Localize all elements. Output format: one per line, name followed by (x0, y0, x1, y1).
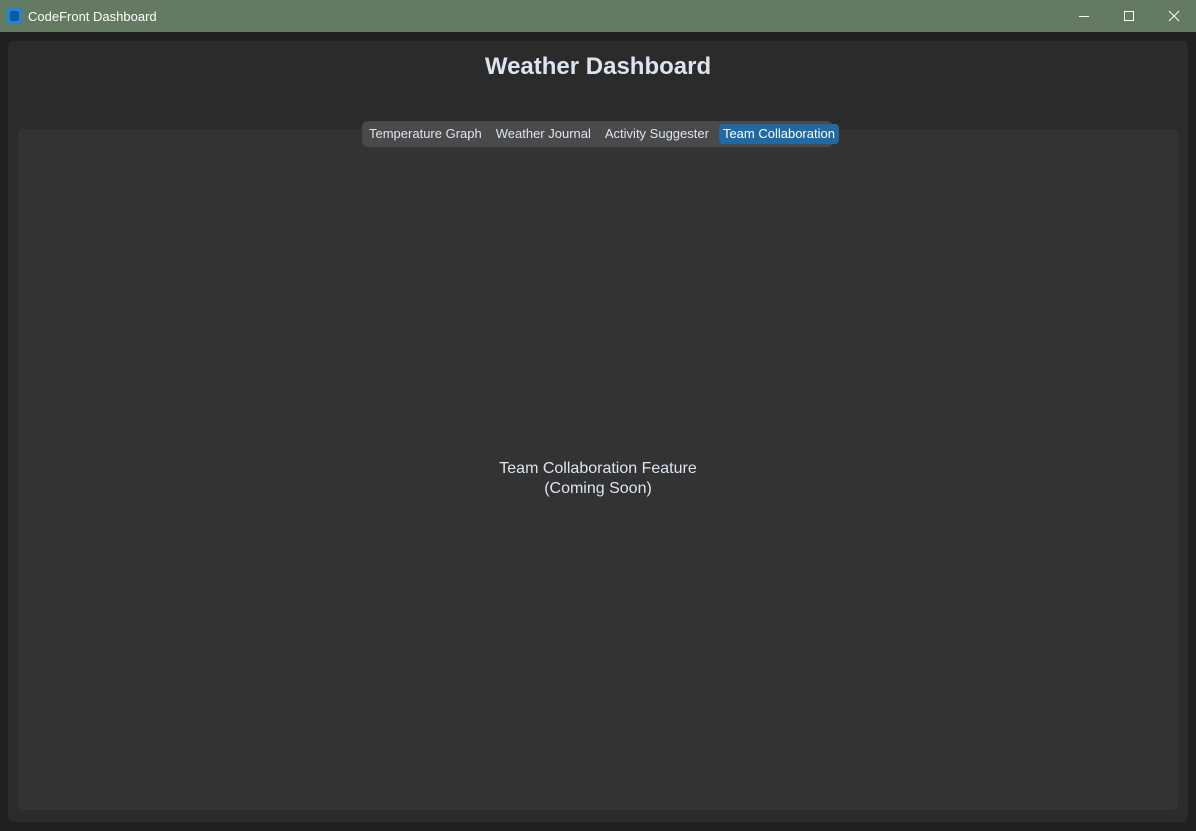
title-bar[interactable]: CodeFront Dashboard (0, 0, 1196, 32)
minimize-icon (1079, 16, 1089, 17)
close-button[interactable] (1151, 0, 1196, 32)
maximize-button[interactable] (1106, 0, 1152, 32)
tab-weather-journal[interactable]: Weather Journal (492, 124, 595, 144)
app-window: CodeFront Dashboard Weather Dashboard Te… (0, 0, 1196, 831)
tab-temperature-graph[interactable]: Temperature Graph (365, 124, 486, 144)
tab-activity-suggester[interactable]: Activity Suggester (601, 124, 713, 144)
maximize-icon (1124, 11, 1134, 21)
tab-team-collaboration[interactable]: Team Collaboration (718, 124, 839, 144)
close-icon (1168, 10, 1180, 22)
window-title: CodeFront Dashboard (28, 9, 157, 24)
app-icon (7, 8, 22, 24)
minimize-button[interactable] (1061, 0, 1107, 32)
feature-name-label: Team Collaboration Feature (499, 460, 697, 477)
tab-bar: Temperature Graph Weather Journal Activi… (362, 121, 839, 147)
coming-soon-label: (Coming Soon) (544, 480, 652, 497)
page-title: Weather Dashboard (484, 53, 712, 80)
coming-soon-message: Team Collaboration Feature (Coming Soon) (0, 459, 1196, 499)
